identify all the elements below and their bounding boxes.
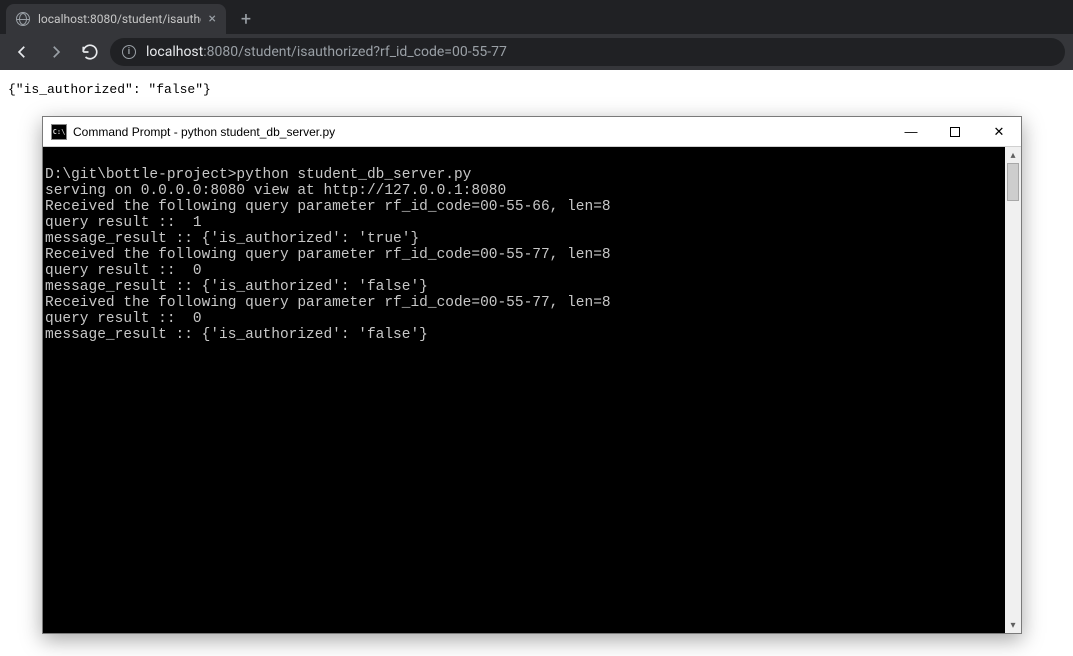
terminal-output[interactable]: D:\git\bottle-project>python student_db_…: [43, 147, 1005, 633]
cmd-body-wrap: D:\git\bottle-project>python student_db_…: [43, 147, 1021, 633]
scrollbar: ▴ ▾: [1005, 147, 1021, 633]
scroll-thumb[interactable]: [1007, 163, 1019, 201]
minimize-button[interactable]: —: [889, 117, 933, 146]
url-path: /student/isauthorized?rf_id_code=00-55-7…: [238, 44, 507, 60]
scroll-track[interactable]: [1005, 163, 1021, 617]
tab-bar: localhost:8080/student/isauthori × +: [0, 0, 1073, 34]
url-host: localhost: [146, 44, 203, 60]
forward-button[interactable]: [42, 38, 70, 66]
url-text: localhost:8080/student/isauthorized?rf_i…: [146, 44, 507, 60]
cmd-title: Command Prompt - python student_db_serve…: [73, 125, 889, 139]
browser-chrome: localhost:8080/student/isauthori × + i l…: [0, 0, 1073, 70]
tab-title: localhost:8080/student/isauthori: [38, 12, 201, 26]
response-text: {"is_authorized": "false"}: [8, 82, 211, 97]
command-prompt-window: C:\ Command Prompt - python student_db_s…: [42, 116, 1022, 634]
scroll-up-button[interactable]: ▴: [1005, 147, 1021, 163]
maximize-button[interactable]: [933, 117, 977, 146]
browser-tab[interactable]: localhost:8080/student/isauthori ×: [6, 4, 226, 34]
cmd-icon: C:\: [51, 124, 67, 140]
nav-bar: i localhost:8080/student/isauthorized?rf…: [0, 34, 1073, 70]
close-button[interactable]: ✕: [977, 117, 1021, 146]
page-body: {"is_authorized": "false"}: [0, 70, 1073, 109]
tab-close-icon[interactable]: ×: [209, 11, 216, 27]
back-button[interactable]: [8, 38, 36, 66]
reload-button[interactable]: [76, 38, 104, 66]
address-bar[interactable]: i localhost:8080/student/isauthorized?rf…: [110, 38, 1065, 66]
scroll-down-button[interactable]: ▾: [1005, 617, 1021, 633]
site-info-icon[interactable]: i: [122, 45, 136, 59]
cmd-title-bar[interactable]: C:\ Command Prompt - python student_db_s…: [43, 117, 1021, 147]
window-controls: — ✕: [889, 117, 1021, 146]
url-port: :8080: [203, 44, 238, 60]
new-tab-button[interactable]: +: [232, 5, 260, 33]
globe-icon: [16, 12, 30, 26]
